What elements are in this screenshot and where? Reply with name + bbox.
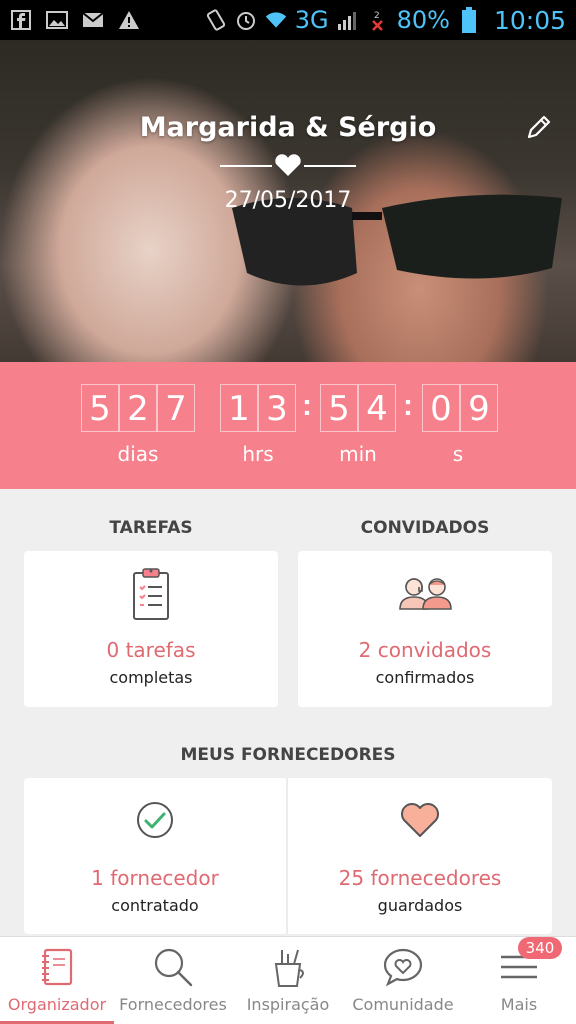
saved-count: 25 fornecedores — [338, 866, 502, 890]
check-circle-icon — [24, 800, 286, 840]
clock: 10:05 — [493, 5, 566, 35]
wedding-date: 27/05/2017 — [224, 188, 352, 213]
status-bar: 3G 2 80% 10:05 — [0, 0, 576, 40]
vendors-card: 1 fornecedor contratado 25 fornecedores … — [24, 778, 552, 934]
chat-heart-icon — [381, 945, 425, 989]
notification-badge: 340 — [518, 937, 562, 959]
battery-percent: 80% — [396, 6, 450, 34]
nav-comunidade[interactable]: Comunidade — [344, 937, 462, 1024]
saved-vendors[interactable]: 25 fornecedores guardados — [288, 778, 552, 934]
nav-inspiracao[interactable]: Inspiração — [232, 937, 344, 1024]
gallery-icon — [46, 9, 68, 31]
couple-names: Margarida & Sérgio — [139, 112, 437, 143]
nav-inspiracao-label: Inspiração — [246, 995, 330, 1014]
minutes-digit-1: 5 — [320, 384, 358, 432]
days-label: dias — [117, 442, 159, 466]
battery-icon — [458, 7, 480, 33]
vendors-header: MEUS FORNECEDORES — [180, 745, 396, 765]
clipboard-icon — [24, 567, 278, 621]
rotate-icon — [205, 9, 227, 31]
colon-separator: : — [302, 389, 312, 422]
hours-digit-1: 1 — [220, 384, 258, 432]
minutes-label: min — [339, 442, 377, 466]
days-digit-3: 7 — [157, 384, 195, 432]
pencil-cup-icon — [266, 945, 310, 989]
bottom-navigation: Organizador Fornecedores Inspiração Comu… — [0, 936, 576, 1024]
heart-divider — [220, 154, 356, 176]
saved-status: guardados — [377, 896, 463, 915]
tasks-status: completas — [109, 668, 193, 687]
guests-icon — [298, 575, 552, 611]
days-digit-2: 2 — [119, 384, 157, 432]
couple-photo: Margarida & Sérgio 27/05/2017 — [0, 40, 576, 362]
countdown-panel: 5 2 7 1 3 : 5 4 : 0 9 dias hrs min s — [0, 362, 576, 489]
nav-mais-label: Mais — [500, 995, 538, 1014]
nav-fornecedores-label: Fornecedores — [119, 995, 227, 1014]
colon-separator: : — [403, 389, 413, 422]
hired-vendors[interactable]: 1 fornecedor contratado — [24, 778, 286, 934]
edit-button[interactable] — [522, 110, 556, 144]
svg-text:2: 2 — [374, 11, 380, 21]
hours-label: hrs — [242, 442, 274, 466]
facebook-icon — [10, 9, 32, 31]
nav-fornecedores[interactable]: Fornecedores — [114, 937, 232, 1024]
hired-status: contratado — [111, 896, 199, 915]
tasks-header: TAREFAS — [109, 518, 193, 538]
alarm-icon — [235, 9, 257, 31]
nav-comunidade-label: Comunidade — [352, 995, 454, 1014]
search-icon — [151, 945, 195, 989]
guests-status: confirmados — [375, 668, 475, 687]
seconds-digit-2: 9 — [460, 384, 498, 432]
tasks-card[interactable]: 0 tarefas completas — [24, 551, 278, 707]
signal-icon — [337, 9, 359, 31]
guests-card[interactable]: 2 convidados confirmados — [298, 551, 552, 707]
hours-digit-2: 3 — [258, 384, 296, 432]
no-signal-icon: 2 — [367, 9, 389, 31]
minutes-digit-2: 4 — [358, 384, 396, 432]
seconds-digit-1: 0 — [422, 384, 460, 432]
mail-icon — [82, 9, 104, 31]
guests-count: 2 convidados — [358, 638, 492, 662]
wifi-icon — [265, 9, 287, 31]
nav-organizador[interactable]: Organizador — [0, 937, 114, 1024]
tasks-count: 0 tarefas — [106, 638, 196, 662]
nav-organizador-label: Organizador — [7, 995, 107, 1014]
days-digit-1: 5 — [81, 384, 119, 432]
pencil-icon — [527, 115, 551, 139]
heart-icon — [288, 802, 552, 838]
guests-header: CONVIDADOS — [360, 518, 490, 538]
seconds-label: s — [452, 442, 464, 466]
warning-icon — [118, 9, 140, 31]
countdown-digits: 5 2 7 1 3 : 5 4 : 0 9 — [0, 384, 576, 438]
network-type: 3G — [294, 6, 329, 34]
hired-count: 1 fornecedor — [91, 866, 219, 890]
notebook-icon — [35, 945, 79, 989]
